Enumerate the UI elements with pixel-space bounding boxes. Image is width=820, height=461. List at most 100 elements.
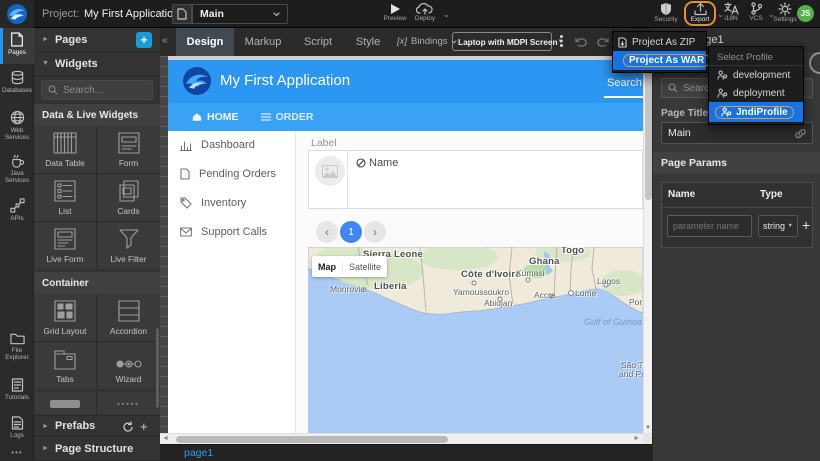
nav-home[interactable]: HOME bbox=[192, 111, 239, 123]
widget-accordion[interactable]: Accordion bbox=[97, 294, 160, 341]
rail-label: APIs bbox=[10, 215, 23, 222]
tab-style[interactable]: Style bbox=[344, 28, 392, 56]
refresh-icon[interactable] bbox=[122, 421, 134, 433]
vcs-button[interactable]: VCS bbox=[744, 2, 768, 22]
map-label-country: Liberia bbox=[374, 281, 407, 292]
rail-more-button[interactable]: ••• bbox=[0, 448, 34, 457]
app-header[interactable]: My First Application Search bbox=[168, 60, 643, 103]
param-name-input[interactable] bbox=[667, 215, 752, 237]
label-widget[interactable]: Label bbox=[311, 137, 337, 149]
document-icon bbox=[180, 168, 190, 180]
menu-item-pending-orders[interactable]: Pending Orders bbox=[180, 168, 276, 180]
bindings-button[interactable]: [x] Bindings bbox=[397, 36, 457, 47]
widget-cards[interactable]: Cards bbox=[97, 174, 160, 221]
deploy-button[interactable]: Deploy bbox=[408, 2, 442, 22]
rail-item-tutorials[interactable]: Tutorials bbox=[0, 374, 34, 410]
tab-markup[interactable]: Markup bbox=[234, 28, 292, 56]
menu-item-project-as-war[interactable]: Project As WAR ▶ bbox=[613, 51, 706, 70]
pages-section-header[interactable]: ► Pages + bbox=[34, 28, 160, 52]
menu-item-inventory[interactable]: Inventory bbox=[180, 197, 246, 209]
rail-item-file-explorer[interactable]: File Explorer bbox=[0, 328, 34, 370]
widget-label: Form bbox=[119, 158, 138, 168]
widget-partial-right[interactable]: ▪▪▪▪▪ bbox=[97, 392, 160, 414]
security-button[interactable]: Security bbox=[652, 2, 680, 23]
widget-wizard[interactable]: Wizard bbox=[97, 342, 160, 389]
widget-grid-layout[interactable]: Grid Layout bbox=[34, 294, 96, 341]
rail-item-web-services[interactable]: Web Services bbox=[0, 106, 34, 148]
dropdown-arrow-icon: ▼ bbox=[788, 223, 793, 229]
widget-form[interactable]: Form bbox=[97, 126, 160, 173]
add-prefab-button[interactable]: + bbox=[140, 419, 148, 434]
link-icon[interactable] bbox=[795, 128, 806, 139]
vscroll-thumb[interactable] bbox=[645, 60, 652, 200]
canvas-vertical-scrollbar[interactable]: ▼ bbox=[643, 56, 652, 433]
menu-item-deployment[interactable]: deployment bbox=[709, 84, 803, 102]
scroll-left-arrow-icon[interactable]: ◄ bbox=[162, 435, 169, 442]
menu-item-label: Project As ZIP bbox=[632, 37, 695, 48]
list-card[interactable]: Name bbox=[308, 150, 643, 209]
rail-item-logs[interactable]: Logs bbox=[0, 412, 34, 448]
menu-item-label: Pending Orders bbox=[199, 168, 276, 180]
page-tab[interactable]: page1 bbox=[184, 447, 213, 459]
prefabs-section-header[interactable]: ► Prefabs + bbox=[34, 415, 160, 437]
widget-search[interactable] bbox=[41, 80, 153, 100]
settings-button[interactable]: Settings bbox=[770, 2, 800, 23]
satellite-button[interactable]: Satellite bbox=[342, 262, 387, 272]
collapse-panel-button[interactable]: « bbox=[162, 35, 168, 46]
widget-search-input[interactable] bbox=[63, 85, 143, 96]
brand-logo[interactable] bbox=[0, 0, 34, 28]
rail-item-java-services[interactable]: Java Services bbox=[0, 150, 34, 192]
menu-item-project-as-zip[interactable]: Project As ZIP bbox=[613, 34, 706, 51]
widget-data-table[interactable]: Data Table bbox=[34, 126, 96, 173]
pagination-prev-button[interactable]: ‹ bbox=[316, 221, 338, 243]
add-param-button[interactable]: + bbox=[802, 217, 810, 233]
scroll-down-arrow-icon[interactable]: ▼ bbox=[645, 425, 651, 431]
device-selector[interactable]: Laptop with MDPI Screen ▼ bbox=[452, 32, 552, 51]
page-selector-dropdown[interactable]: Main bbox=[192, 4, 288, 24]
param-type-select[interactable]: string ▼ bbox=[758, 215, 798, 237]
scroll-right-arrow-icon[interactable]: ► bbox=[633, 435, 640, 442]
menu-item-development[interactable]: development bbox=[709, 66, 803, 84]
widget-live-filter[interactable]: Live Filter bbox=[97, 222, 160, 269]
design-canvas[interactable]: My First Application Search HOME ORDER D… bbox=[168, 56, 643, 433]
redo-icon[interactable] bbox=[596, 36, 610, 48]
panel-circle-icon[interactable] bbox=[809, 52, 820, 74]
more-options-icon[interactable] bbox=[560, 35, 563, 47]
app-search-link[interactable]: Search bbox=[607, 77, 642, 89]
hscroll-thumb[interactable] bbox=[176, 436, 448, 443]
rail-item-apis[interactable]: APIs bbox=[0, 194, 34, 230]
page-title-input[interactable]: Main bbox=[661, 122, 813, 144]
page-structure-header[interactable]: ► Page Structure bbox=[34, 437, 160, 461]
google-map[interactable]: Sierra Leone Monrovia Liberia Côte d'Ivo… bbox=[308, 247, 643, 433]
widget-list[interactable]: List bbox=[34, 174, 96, 221]
avatar[interactable]: JS bbox=[797, 5, 814, 22]
folder-icon bbox=[10, 332, 25, 345]
canvas-horizontal-scrollbar[interactable]: ◄ ► bbox=[160, 433, 643, 444]
canvas-toolbar: « Design Markup Script Style [x] Binding… bbox=[160, 28, 652, 56]
page-title-label: Page Title bbox=[661, 108, 708, 119]
map-button[interactable]: Map bbox=[312, 262, 342, 272]
tab-design[interactable]: Design bbox=[176, 28, 234, 56]
widgets-section-header[interactable]: ▼ Widgets bbox=[34, 52, 160, 76]
pagination-next-button[interactable]: › bbox=[364, 221, 386, 243]
panel-scrollbar[interactable] bbox=[156, 328, 159, 408]
widget-live-form[interactable]: Live Form bbox=[34, 222, 96, 269]
map-label-city: Kumasi bbox=[516, 268, 544, 278]
i18n-button[interactable]: i18N bbox=[718, 2, 744, 22]
rail-item-databases[interactable]: Databases bbox=[0, 66, 34, 104]
menu-item-dashboard[interactable]: Dashboard bbox=[180, 139, 255, 151]
preview-button[interactable]: Preview bbox=[380, 3, 410, 22]
container-widgets-header: Container bbox=[34, 272, 160, 294]
widget-tabs[interactable]: Tabs bbox=[34, 342, 96, 389]
menu-item-jndiprofile[interactable]: JndiProfile bbox=[709, 102, 803, 122]
pagination-page-1[interactable]: 1 bbox=[340, 221, 362, 243]
rail-item-pages[interactable]: Pages bbox=[0, 28, 34, 64]
no-image-icon bbox=[356, 158, 366, 168]
app-logo-icon bbox=[182, 66, 212, 96]
add-page-button[interactable]: + bbox=[136, 32, 152, 48]
widget-partial-left[interactable] bbox=[34, 392, 96, 414]
menu-item-support-calls[interactable]: Support Calls bbox=[180, 226, 267, 238]
nav-order[interactable]: ORDER bbox=[261, 111, 314, 123]
undo-icon[interactable] bbox=[574, 36, 588, 48]
tab-script[interactable]: Script bbox=[292, 28, 344, 56]
